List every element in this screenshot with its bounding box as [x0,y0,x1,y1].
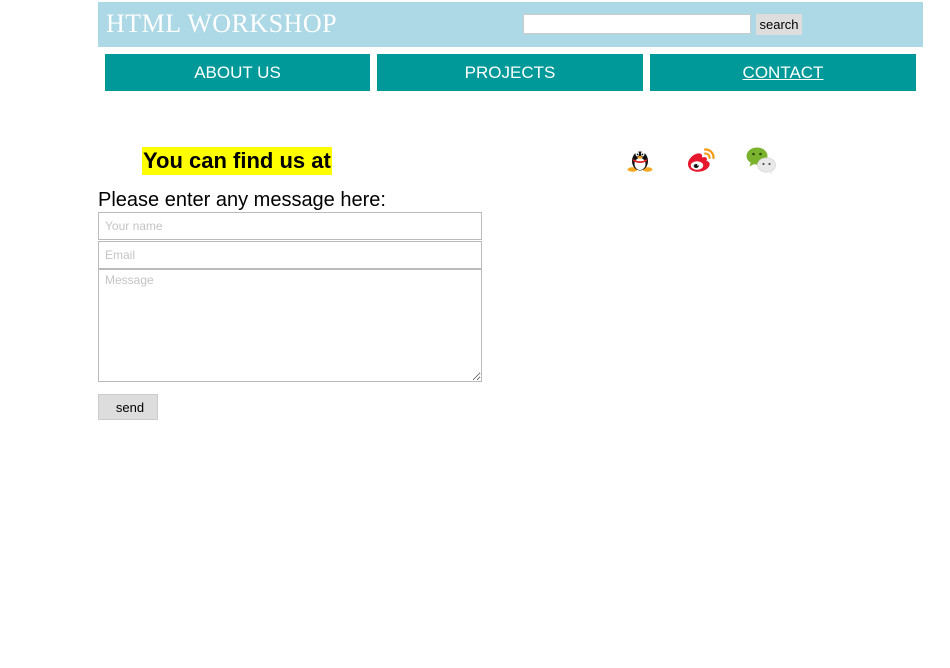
site-header: HTML WORKSHOP search [98,2,923,47]
nav-about-us[interactable]: ABOUT US [105,54,370,91]
nav-projects[interactable]: PROJECTS [377,54,643,91]
search-button[interactable]: search [756,14,802,35]
wechat-icon[interactable] [745,144,777,176]
site-title: HTML WORKSHOP [106,9,338,38]
send-button[interactable]: send [98,394,158,420]
weibo-icon[interactable] [685,144,717,176]
name-field[interactable] [98,212,482,240]
message-field[interactable] [98,269,482,382]
message-prompt: Please enter any message here: [98,189,386,211]
find-us-heading: You can find us at [142,147,332,175]
search-input[interactable] [523,14,751,34]
qq-icon[interactable] [624,144,656,176]
nav-contact[interactable]: CONTACT [650,54,916,91]
email-field[interactable] [98,241,482,269]
